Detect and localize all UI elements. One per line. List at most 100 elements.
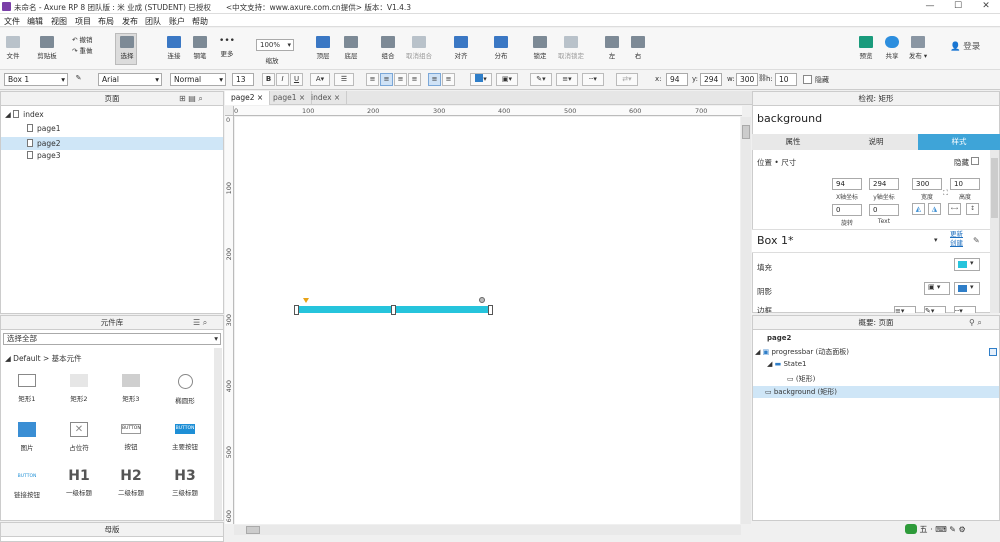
font-size-select[interactable]: 13 bbox=[232, 73, 254, 86]
file-button[interactable]: 文件 bbox=[4, 36, 22, 60]
left-button[interactable]: 左 bbox=[603, 36, 621, 60]
justify-button[interactable]: ≡ bbox=[408, 73, 421, 86]
font-color-button[interactable]: A▾ bbox=[310, 73, 330, 86]
line-pattern-button[interactable]: ┄▾ bbox=[582, 73, 604, 86]
ime-logo-icon[interactable] bbox=[905, 524, 917, 534]
library-select[interactable]: 选择全部 ▾ bbox=[3, 333, 221, 345]
close-button[interactable]: ✕ bbox=[972, 0, 1000, 13]
resize-handle-left[interactable] bbox=[294, 305, 299, 315]
visibility-toggle-icon[interactable] bbox=[989, 348, 997, 356]
scroll-thumb[interactable] bbox=[742, 125, 750, 139]
search-icon[interactable]: ⌕ bbox=[977, 318, 981, 327]
arrow-style-button[interactable]: ⇄▾ bbox=[616, 73, 638, 86]
rotate-handle-icon[interactable] bbox=[479, 297, 485, 303]
format-painter-icon[interactable]: ✎ bbox=[72, 73, 85, 86]
design-canvas[interactable] bbox=[235, 117, 740, 524]
rotation-field[interactable]: 0 bbox=[832, 204, 862, 216]
border-color-picker[interactable]: ✎▾ bbox=[924, 306, 946, 313]
outline-page[interactable]: page2 bbox=[767, 334, 791, 342]
hidden-checkbox[interactable] bbox=[803, 75, 812, 84]
italic-button[interactable]: I bbox=[276, 73, 289, 86]
redo-button[interactable]: ↷ 重做 bbox=[72, 45, 98, 55]
library-group[interactable]: ◢ Default > 基本元件 bbox=[5, 353, 82, 364]
right-button[interactable]: 右 bbox=[629, 36, 647, 60]
widget-rect2[interactable]: 矩形2 bbox=[61, 374, 97, 403]
resize-handle-middle[interactable] bbox=[391, 305, 396, 315]
search-icon[interactable]: ⌕ bbox=[203, 318, 207, 327]
widget-name-field[interactable]: background bbox=[757, 112, 822, 125]
line-color-button[interactable]: ✎▾ bbox=[530, 73, 552, 86]
outer-shadow-picker[interactable]: ▣ ▾ bbox=[924, 282, 950, 295]
widget-h1[interactable]: H1 一级标题 bbox=[59, 468, 99, 497]
more-button[interactable]: ••• 更多 bbox=[215, 36, 239, 58]
inner-shadow-picker[interactable]: ▾ bbox=[954, 282, 980, 295]
lock-aspect-icon[interactable]: ⛓ bbox=[758, 73, 767, 86]
menu-project[interactable]: 项目 bbox=[75, 16, 91, 27]
align-left-button[interactable]: ≡ bbox=[366, 73, 379, 86]
x-input[interactable]: 94 bbox=[666, 73, 688, 86]
bullet-list-button[interactable]: ☰ bbox=[334, 73, 354, 86]
height-field[interactable]: 10 bbox=[950, 178, 980, 190]
outline-item-background[interactable]: ▭ background (矩形) bbox=[753, 386, 999, 398]
unlock-button[interactable]: 取消锁定 bbox=[556, 36, 586, 60]
login-button[interactable]: 👤 登录 bbox=[950, 40, 980, 52]
bring-to-front-button[interactable]: 顶层 bbox=[313, 36, 333, 60]
style-name[interactable]: Box 1* bbox=[757, 234, 793, 247]
style-select[interactable]: Box 1 ▾ bbox=[4, 73, 68, 86]
menu-layout[interactable]: 布局 bbox=[98, 16, 114, 27]
publish-button[interactable]: 发布 ▾ bbox=[906, 36, 930, 60]
shadow-button[interactable]: ▣▾ bbox=[496, 73, 518, 86]
tab-notes[interactable]: 说明 bbox=[835, 134, 917, 150]
widget-image[interactable]: 图片 bbox=[9, 422, 45, 452]
outline-item-progressbar[interactable]: ◢ ▣ progressbar (动态面板) bbox=[753, 347, 999, 359]
tree-item-page2[interactable]: page2 bbox=[1, 137, 223, 150]
select-button[interactable]: 选择 bbox=[112, 36, 142, 60]
font-weight-select[interactable]: Normal ▾ bbox=[170, 73, 226, 86]
tab-index[interactable]: index × bbox=[305, 91, 348, 105]
library-scrollbar[interactable] bbox=[214, 348, 222, 520]
update-style-link[interactable]: 更新 bbox=[950, 230, 963, 238]
create-style-link[interactable]: 创建 bbox=[950, 239, 963, 247]
font-select[interactable]: Arial ▾ bbox=[98, 73, 162, 86]
border-pattern-picker[interactable]: ┄▾ bbox=[954, 306, 976, 313]
pen-button[interactable]: 钢笔 bbox=[191, 36, 209, 60]
canvas-vertical-scrollbar[interactable] bbox=[741, 117, 751, 524]
outline-item-rect[interactable]: ▭ (矩形) bbox=[787, 374, 815, 384]
bold-button[interactable]: B bbox=[262, 73, 275, 86]
collapse-icon[interactable]: ◢ bbox=[5, 110, 11, 119]
menu-view[interactable]: 视图 bbox=[51, 16, 67, 27]
align-right-button[interactable]: ≡ bbox=[394, 73, 407, 86]
y-field[interactable]: 294 bbox=[869, 178, 899, 190]
y-input[interactable]: 294 bbox=[700, 73, 722, 86]
scroll-thumb[interactable] bbox=[246, 526, 260, 534]
collapse-icon[interactable]: ◢ bbox=[767, 360, 772, 368]
collapse-icon[interactable]: ◢ bbox=[755, 348, 760, 356]
widget-rect1[interactable]: 矩形1 bbox=[9, 374, 45, 403]
tree-item-page1[interactable]: page1 bbox=[1, 124, 223, 137]
valign-bottom-button[interactable]: ≡ bbox=[442, 73, 455, 86]
close-icon[interactable]: × bbox=[257, 93, 263, 102]
tab-page2[interactable]: page2 × bbox=[225, 91, 271, 105]
preview-button[interactable]: 预览 bbox=[856, 36, 876, 60]
clipboard-button[interactable]: 剪贴板 bbox=[34, 36, 60, 60]
menu-file[interactable]: 文件 bbox=[4, 16, 20, 27]
menu-icon[interactable]: ☰ bbox=[193, 318, 200, 327]
h-input[interactable]: 10 bbox=[775, 73, 797, 86]
widget-button[interactable]: BUTTON 按钮 bbox=[113, 422, 149, 451]
text-rotation-field[interactable]: 0 bbox=[869, 204, 899, 216]
menu-publish[interactable]: 发布 bbox=[122, 16, 138, 27]
widget-h3[interactable]: H3 三级标题 bbox=[164, 468, 206, 497]
style-editor-icon[interactable]: ✎ bbox=[973, 236, 980, 245]
send-to-back-button[interactable]: 底层 bbox=[341, 36, 361, 60]
widget-link-button[interactable]: BUTTON 链接按钮 bbox=[9, 470, 45, 499]
tree-item-page3[interactable]: page3 bbox=[1, 151, 223, 164]
widget-primary-button[interactable]: BUTTON 主要按钮 bbox=[165, 422, 205, 451]
connect-button[interactable]: 连接 bbox=[165, 36, 183, 60]
fill-color-button[interactable]: ▾ bbox=[470, 73, 492, 86]
zoom-select[interactable]: 100% ▾ bbox=[256, 39, 294, 51]
menu-account[interactable]: 账户 bbox=[169, 16, 185, 27]
corner-radius-handle-icon[interactable] bbox=[303, 298, 309, 303]
maximize-button[interactable]: ☐ bbox=[944, 0, 972, 13]
line-width-button[interactable]: ≡▾ bbox=[556, 73, 578, 86]
auto-fit-width-icon[interactable]: ⟷ bbox=[948, 203, 961, 215]
